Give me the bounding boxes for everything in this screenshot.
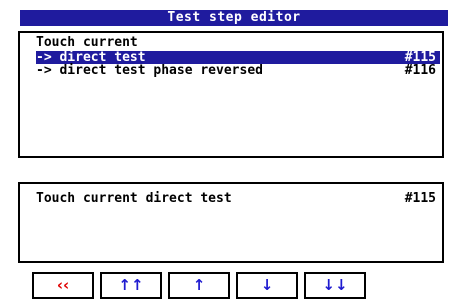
detail-description: Touch current direct test bbox=[36, 191, 232, 206]
arrow-up-icon: ↑ bbox=[192, 276, 206, 294]
window-title: Test step editor bbox=[20, 10, 448, 26]
detail-code: #115 bbox=[404, 191, 436, 206]
back-button[interactable]: ‹‹ bbox=[32, 272, 94, 299]
arrow-down-icon: ↓ bbox=[260, 276, 274, 294]
last-button[interactable]: ↓↓ bbox=[304, 272, 366, 299]
test-step-list[interactable]: Touch current -> direct test #115 -> dir… bbox=[18, 31, 444, 158]
list-item-code: #116 bbox=[404, 63, 436, 78]
list-heading: Touch current bbox=[36, 35, 138, 50]
navigation-toolbar: ‹‹ ↑↑ ↑ ↓ ↓↓ bbox=[32, 272, 366, 299]
list-item-label: -> direct test phase reversed bbox=[36, 63, 263, 78]
double-chevron-left-icon: ‹‹ bbox=[56, 276, 70, 294]
double-arrow-up-icon: ↑↑ bbox=[118, 276, 144, 294]
detail-panel: Touch current direct test #115 bbox=[18, 182, 444, 263]
first-button[interactable]: ↑↑ bbox=[100, 272, 162, 299]
double-arrow-down-icon: ↓↓ bbox=[322, 276, 348, 294]
list-item-direct-test-phase-reversed[interactable]: -> direct test phase reversed #116 bbox=[36, 64, 440, 77]
up-button[interactable]: ↑ bbox=[168, 272, 230, 299]
down-button[interactable]: ↓ bbox=[236, 272, 298, 299]
